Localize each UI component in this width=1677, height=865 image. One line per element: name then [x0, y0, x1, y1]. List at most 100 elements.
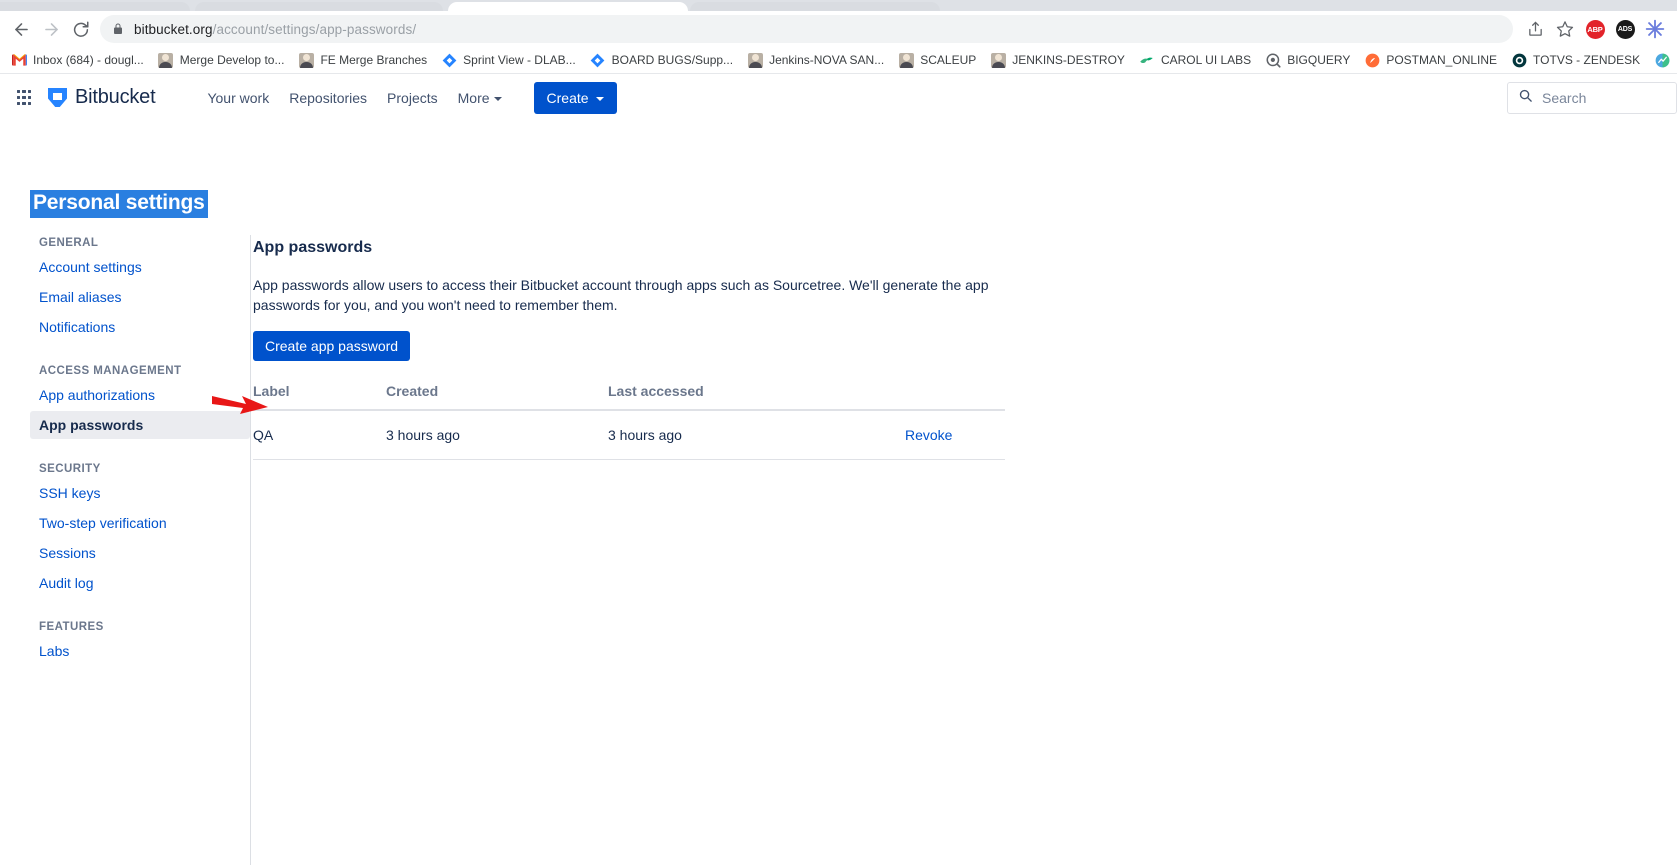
revoke-link[interactable]: Revoke — [905, 427, 952, 443]
person-favicon-icon — [990, 52, 1006, 68]
bookmark-label: SCALEUP — [920, 53, 977, 67]
bookmark-item[interactable]: SCALEUP — [891, 49, 983, 71]
snowflake-extension-icon[interactable] — [1641, 15, 1669, 43]
address-bar-url: bitbucket.org/account/settings/app-passw… — [134, 22, 416, 37]
bookmark-label: Merge Develop to... — [179, 53, 285, 67]
forward-arrow-icon[interactable] — [36, 14, 66, 44]
section-heading: App passwords — [253, 239, 373, 256]
bitbucket-logo-text: Bitbucket — [75, 86, 156, 108]
bookmark-label: Inbox (684) - dougl... — [33, 53, 144, 67]
adblock-plus-extension-icon[interactable]: ABP — [1581, 15, 1609, 43]
browser-tab-inactive[interactable] — [690, 2, 940, 11]
bookmark-label: FE Merge Branches — [320, 53, 428, 67]
adblock-extension-icon[interactable]: ADS — [1611, 15, 1639, 43]
bookmark-label: Sprint View - DLAB... — [463, 53, 576, 67]
url-domain: bitbucket.org — [134, 21, 213, 37]
cell-created: 3 hours ago — [386, 410, 608, 460]
bitbucket-logo[interactable]: Bitbucket — [48, 86, 156, 109]
person-favicon-icon — [298, 52, 314, 68]
nav-item-label: Projects — [387, 89, 438, 106]
browser-tab-inactive[interactable] — [195, 2, 443, 11]
gmail-favicon-icon — [11, 52, 27, 68]
bookmark-item[interactable]: POSTMAN_ONLINE — [1357, 49, 1504, 71]
bookmark-item[interactable]: Merge Develop to... — [151, 49, 292, 71]
back-arrow-icon[interactable] — [6, 14, 36, 44]
person-favicon-icon — [898, 52, 914, 68]
cell-label: QA — [253, 410, 386, 460]
bookmark-label: POSTMAN_ONLINE — [1386, 53, 1498, 67]
create-button-label: Create — [546, 89, 589, 106]
column-header-label: Label — [253, 383, 386, 411]
nav-item-label: More — [457, 89, 490, 106]
search-icon — [1518, 88, 1533, 108]
bookmark-label: Jenkins-NOVA SAN... — [769, 53, 885, 67]
bookmark-item[interactable]: Sprint View - DLAB... — [434, 49, 583, 71]
url-path: /account/settings/app-passwords/ — [212, 21, 417, 37]
create-button[interactable]: Create — [533, 81, 617, 114]
browser-tab-strip — [0, 0, 1677, 11]
search-placeholder: Search — [1542, 90, 1587, 106]
bookmark-item[interactable]: Inbox (684) - dougl... — [4, 49, 151, 71]
primary-nav: Your work Repositories Projects More — [197, 84, 511, 112]
bookmark-item[interactable]: BIGQUERY — [1258, 49, 1357, 71]
browser-window: bitbucket.org/account/settings/app-passw… — [0, 0, 1677, 865]
bookmark-item[interactable]: BOARD BUGS/Supp... — [583, 49, 740, 71]
bookmark-label: CAROL UI LABS — [1160, 53, 1252, 67]
jira-favicon-icon — [590, 52, 606, 68]
person-favicon-icon — [158, 52, 174, 68]
address-bar[interactable]: bitbucket.org/account/settings/app-passw… — [100, 15, 1513, 43]
browser-tab-active[interactable] — [448, 2, 688, 11]
sidebar-group-spacer — [30, 441, 250, 461]
browser-tab-inactive[interactable] — [0, 2, 190, 11]
app-switcher-icon[interactable] — [8, 82, 40, 114]
page-title: Personal settings — [30, 190, 208, 218]
jira-favicon-icon — [441, 52, 457, 68]
bookmark-item[interactable]: FE Merge Branches — [291, 49, 434, 71]
star-icon[interactable] — [1551, 15, 1579, 43]
nav-item-more[interactable]: More — [448, 84, 512, 112]
table-row: QA 3 hours ago 3 hours ago Revoke — [253, 410, 1005, 460]
sidebar-item-labs[interactable]: Labs — [30, 637, 250, 665]
sidebar-item-sessions[interactable]: Sessions — [30, 539, 250, 567]
main-content: App passwords App passwords allow users … — [253, 235, 1677, 460]
bookmark-item[interactable]: Jenkins-NOVA SAN... — [740, 49, 891, 71]
chevron-down-icon — [493, 96, 502, 101]
nav-item-projects[interactable]: Projects — [377, 84, 448, 112]
sidebar-group-label: FEATURES — [39, 621, 104, 633]
nav-item-repositories[interactable]: Repositories — [279, 84, 377, 112]
chart-favicon-icon — [1654, 52, 1670, 68]
sidebar-group-label: SECURITY — [39, 463, 101, 475]
column-header-last-accessed: Last accessed — [608, 383, 858, 411]
share-icon[interactable] — [1521, 15, 1549, 43]
nav-item-label: Your work — [207, 89, 270, 106]
zendesk-favicon-icon — [1511, 52, 1527, 68]
sidebar-item-audit-log[interactable]: Audit log — [30, 569, 250, 597]
app-passwords-table: Label Created Last accessed QA 3 hours ag… — [253, 383, 1005, 460]
bookmark-item[interactable]: JENKINS-DESTROY — [983, 49, 1132, 71]
green-favicon-icon — [1139, 52, 1155, 68]
sidebar-item-ssh-keys[interactable]: SSH keys — [30, 479, 250, 507]
ads-badge: ADS — [1615, 19, 1635, 39]
sidebar-item-app-authorizations[interactable]: App authorizations — [30, 381, 250, 409]
create-app-password-button[interactable]: Create app password — [253, 331, 411, 361]
sidebar-item-email-aliases[interactable]: Email aliases — [30, 283, 250, 311]
sidebar-item-account-settings[interactable]: Account settings — [30, 253, 250, 281]
nav-item-label: Repositories — [289, 89, 368, 106]
column-header-actions — [858, 383, 1005, 411]
chevron-down-icon — [595, 96, 604, 101]
bookmark-item[interactable]: TOTVS - ZENDESK — [1504, 49, 1647, 71]
sidebar-item-notifications[interactable]: Notifications — [30, 313, 250, 341]
sidebar-group-spacer — [30, 343, 250, 363]
person-favicon-icon — [747, 52, 763, 68]
sidebar-item-two-step-verification[interactable]: Two-step verification — [30, 509, 250, 537]
sidebar-item-app-passwords[interactable]: App passwords — [30, 411, 250, 439]
bookmark-item[interactable]: Funct — [1647, 49, 1677, 71]
bookmark-label: TOTVS - ZENDESK — [1533, 53, 1641, 67]
cell-action[interactable]: Revoke — [858, 410, 1005, 460]
settings-sidebar: GENERAL Account settings Email aliases Noti… — [0, 235, 251, 865]
sidebar-group-spacer — [30, 599, 250, 619]
reload-icon[interactable] — [66, 14, 96, 44]
bookmark-item[interactable]: CAROL UI LABS — [1132, 49, 1258, 71]
nav-item-your-work[interactable]: Your work — [197, 84, 279, 112]
search-input[interactable]: Search — [1507, 82, 1677, 114]
